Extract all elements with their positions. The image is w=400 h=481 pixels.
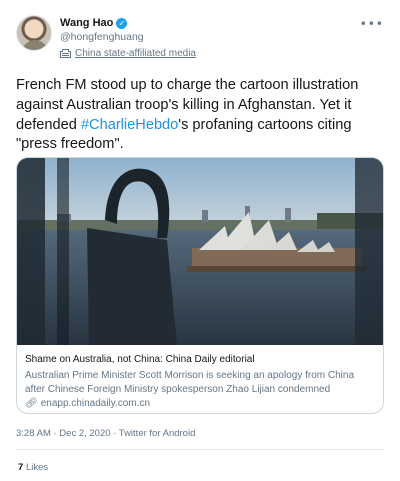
verified-badge-icon: ✓ bbox=[116, 17, 128, 29]
divider bbox=[16, 449, 384, 450]
tweet-header: Wang Hao ✓ @hongfenghuang China state-af… bbox=[16, 13, 384, 61]
state-media-label[interactable]: China state-affiliated media bbox=[60, 48, 196, 59]
card-domain[interactable]: 🔗︎ enapp.chinadaily.com.cn bbox=[25, 397, 375, 411]
author-handle[interactable]: @hongfenghuang bbox=[60, 31, 144, 43]
tweet-text: French FM stood up to charge the cartoon… bbox=[16, 76, 376, 155]
author-name-row: Wang Hao ✓ bbox=[60, 15, 128, 31]
card-domain-text: enapp.chinadaily.com.cn bbox=[40, 398, 151, 409]
likes-label: Likes bbox=[25, 462, 49, 473]
card-text: Shame on Australia, not China: China Dai… bbox=[25, 353, 375, 411]
avatar[interactable] bbox=[16, 15, 52, 51]
card-image[interactable] bbox=[17, 158, 383, 345]
hashtag-link[interactable]: #CharlieHebdo bbox=[81, 117, 178, 133]
link-card[interactable]: Shame on Australia, not China: China Dai… bbox=[16, 157, 384, 414]
link-icon: 🔗︎ bbox=[25, 398, 38, 409]
author-name[interactable]: Wang Hao bbox=[60, 17, 113, 29]
card-description: Australian Prime Minister Scott Morrison… bbox=[25, 370, 355, 395]
likes-number: 7 bbox=[18, 462, 24, 473]
tweet: Wang Hao ✓ @hongfenghuang China state-af… bbox=[0, 0, 400, 481]
state-media-flag-icon bbox=[60, 49, 71, 58]
state-media-label-text[interactable]: China state-affiliated media bbox=[75, 48, 196, 59]
likes-count[interactable]: 7 Likes bbox=[18, 462, 48, 473]
card-title[interactable]: Shame on Australia, not China: China Dai… bbox=[25, 353, 375, 367]
tweet-timestamp[interactable]: 3:28 AM · Dec 2, 2020 · Twitter for Andr… bbox=[16, 428, 195, 439]
more-options-icon[interactable]: ••• bbox=[360, 17, 384, 31]
